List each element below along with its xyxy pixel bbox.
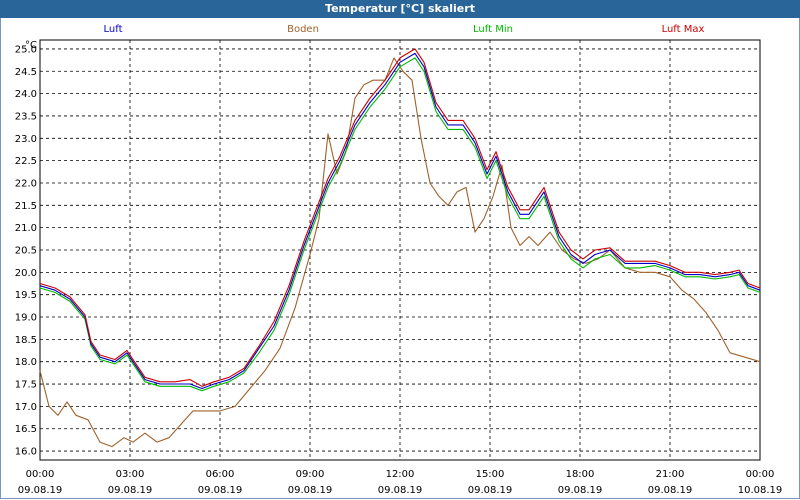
y-tick-label: 24.0 (15, 89, 37, 100)
x-tick-time: 00:00 (26, 469, 55, 480)
x-tick-date: 09.08.19 (648, 485, 693, 496)
y-tick-label: 16.0 (15, 447, 37, 458)
x-tick-date: 09.08.19 (558, 485, 603, 496)
x-tick-date: 09.08.19 (468, 485, 513, 496)
y-tick-label: 23.5 (15, 111, 37, 122)
x-tick-date: 09.08.19 (108, 485, 153, 496)
y-tick-label: 17.5 (15, 380, 37, 391)
y-tick-label: 20.5 (15, 246, 37, 257)
y-tick-label: 21.5 (15, 201, 37, 212)
x-tick-time: 00:00 (746, 469, 775, 480)
y-tick-label: 22.0 (15, 178, 37, 189)
y-tick-label: 23.0 (15, 134, 37, 145)
x-tick-date: 09.08.19 (378, 485, 423, 496)
x-tick-date: 10.08.19 (738, 485, 783, 496)
x-tick-date: 09.08.19 (18, 485, 63, 496)
temperature-chart: 16.0 16.5 17.0 17.5 18.0 18.5 19.0 19.5 20.0 20.5… (15, 39, 783, 496)
x-tick-time: 21:00 (656, 469, 685, 480)
x-tick-time: 09:00 (296, 469, 325, 480)
x-tick-time: 18:00 (566, 469, 595, 480)
x-tick-time: 12:00 (386, 469, 415, 480)
x-tick-time: 03:00 (116, 469, 145, 480)
y-tick-label: 19.0 (15, 313, 37, 324)
x-tick-time: 15:00 (476, 469, 505, 480)
x-tick-date: 09.08.19 (288, 485, 333, 496)
y-tick-label: 16.5 (15, 424, 37, 435)
x-tick-date: 09.08.19 (198, 485, 243, 496)
y-tick-label: 21.0 (15, 223, 37, 234)
y-tick-label: 18.0 (15, 357, 37, 368)
y-tick-label: 18.5 (15, 335, 37, 346)
x-tick-time: 06:00 (206, 469, 235, 480)
y-tick-label: 19.5 (15, 290, 37, 301)
y-tick-label: 22.5 (15, 156, 37, 167)
y-tick-label: 17.0 (15, 402, 37, 413)
y-tick-label: 20.0 (15, 268, 37, 279)
y-axis-unit: °C (25, 40, 37, 51)
y-tick-label: 24.5 (15, 67, 37, 78)
